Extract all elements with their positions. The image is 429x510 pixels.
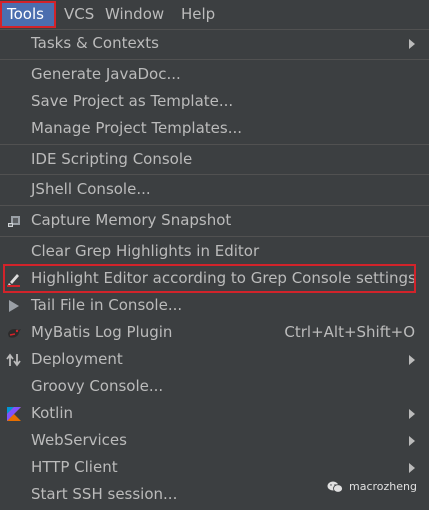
menu-item-label: IDE Scripting Console	[31, 150, 193, 168]
menu-tools[interactable]: Tools	[0, 1, 56, 28]
menu-separator	[0, 236, 429, 237]
menu-item-capture-memory-snapshot[interactable]: Capture Memory Snapshot	[0, 207, 429, 234]
menu-item-label: Save Project as Template...	[31, 92, 234, 110]
menu-item-label: Clear Grep Highlights in Editor	[31, 242, 260, 260]
menu-item-label: WebServices	[31, 431, 127, 449]
menu-item-groovy-console[interactable]: Groovy Console...	[0, 373, 429, 400]
menu-item-webservices[interactable]: WebServices	[0, 427, 429, 454]
menu-item-generate-javadoc[interactable]: Generate JavaDoc...	[0, 61, 429, 88]
menu-item-tasks-contexts[interactable]: Tasks & Contexts	[0, 30, 429, 57]
menu-item-label: Start SSH session...	[31, 485, 178, 503]
menu-item-label: Tasks & Contexts	[31, 34, 159, 52]
menu-help[interactable]: Help	[181, 2, 215, 26]
watermark: macrozheng	[327, 480, 417, 493]
menu-separator	[0, 59, 429, 60]
menu-item-shortcut: Ctrl+Alt+Shift+O	[284, 323, 415, 341]
menu-item-label: Deployment	[31, 350, 123, 368]
menu-item-label: Groovy Console...	[31, 377, 164, 395]
play-icon	[9, 300, 19, 312]
submenu-arrow-icon	[409, 355, 415, 365]
kotlin-icon	[7, 407, 21, 421]
submenu-arrow-icon	[409, 409, 415, 419]
menu-item-http-client[interactable]: HTTP Client	[0, 454, 429, 481]
menu-item-label: Capture Memory Snapshot	[31, 211, 232, 229]
wechat-icon	[327, 481, 343, 493]
menu-item-save-project-template[interactable]: Save Project as Template...	[0, 88, 429, 115]
menu-item-tail-file[interactable]: Tail File in Console...	[0, 292, 429, 319]
menu-item-jshell-console[interactable]: JShell Console...	[0, 176, 429, 203]
menu-window[interactable]: Window	[105, 2, 164, 26]
menu-item-label: Manage Project Templates...	[31, 119, 243, 137]
memory-snapshot-icon	[8, 216, 20, 227]
highlight-annotation-box	[3, 264, 416, 293]
menu-item-label: HTTP Client	[31, 458, 118, 476]
menu-item-clear-grep-highlights[interactable]: Clear Grep Highlights in Editor	[0, 238, 429, 265]
menu-vcs-label: VCS	[64, 5, 95, 23]
menu-item-mybatis-log[interactable]: MyBatis Log Plugin Ctrl+Alt+Shift+O	[0, 319, 429, 346]
menu-separator	[0, 144, 429, 145]
submenu-arrow-icon	[409, 39, 415, 49]
menu-separator	[0, 205, 429, 206]
tools-dropdown-menu: Tasks & Contexts Generate JavaDoc... Sav…	[0, 29, 429, 510]
menu-item-manage-project-templates[interactable]: Manage Project Templates...	[0, 115, 429, 142]
menu-separator	[0, 174, 429, 175]
menu-item-label: Kotlin	[31, 404, 73, 422]
menu-item-ide-scripting-console[interactable]: IDE Scripting Console	[0, 146, 429, 173]
submenu-arrow-icon	[409, 463, 415, 473]
menu-bar: Tools VCS Window Help	[0, 0, 429, 29]
menu-item-label: JShell Console...	[31, 180, 151, 198]
watermark-text: macrozheng	[349, 480, 417, 493]
menu-help-label: Help	[181, 5, 216, 23]
menu-item-label: Tail File in Console...	[31, 296, 183, 314]
menu-item-kotlin[interactable]: Kotlin	[0, 400, 429, 427]
menu-item-deployment[interactable]: Deployment	[0, 346, 429, 373]
menu-tools-label: Tools	[7, 5, 44, 23]
menu-item-label: Generate JavaDoc...	[31, 65, 181, 83]
mybatis-bird-icon	[8, 329, 21, 338]
menu-window-label: Window	[105, 5, 165, 23]
menu-vcs[interactable]: VCS	[64, 2, 94, 26]
deployment-arrows-icon	[6, 353, 21, 367]
menu-item-label: MyBatis Log Plugin	[31, 323, 173, 341]
submenu-arrow-icon	[409, 436, 415, 446]
